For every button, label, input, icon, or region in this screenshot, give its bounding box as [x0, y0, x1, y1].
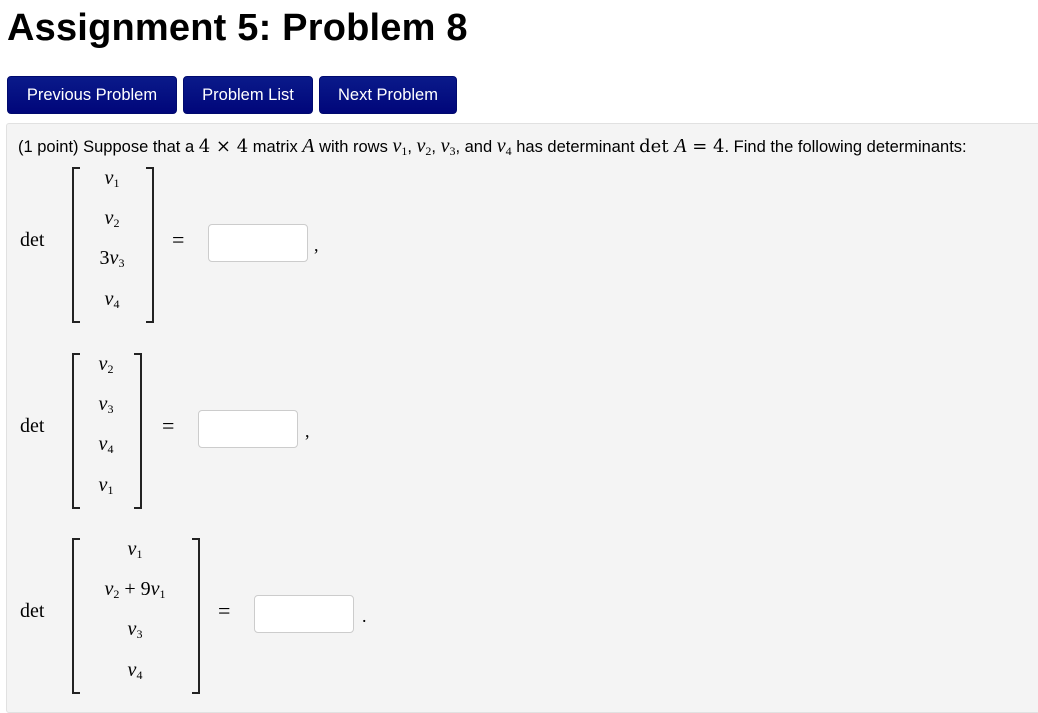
- right-bracket: [192, 538, 200, 694]
- answer-input-2[interactable]: [198, 410, 298, 448]
- problem-statement: (1 point) Suppose that a 4 × 4 matrix A …: [18, 135, 967, 158]
- prompt-text: with rows: [314, 138, 393, 156]
- matrix-entry: v3: [127, 618, 143, 641]
- equals-sign: =: [172, 227, 185, 252]
- matrix-entry: v2 + 9v1: [104, 578, 166, 601]
- points-label: (1 point): [18, 138, 79, 156]
- prompt-text: matrix: [248, 138, 303, 156]
- dim-a: 4: [198, 136, 211, 157]
- det-expression: det A = 4: [639, 135, 725, 157]
- matrix-name: A: [302, 135, 315, 157]
- previous-problem-button[interactable]: Previous Problem: [7, 76, 177, 114]
- matrix-entry: 3v3: [99, 247, 125, 270]
- punctuation: .: [362, 606, 367, 626]
- matrix-entry: v1: [98, 474, 114, 497]
- matrix-entry: v2: [98, 353, 114, 376]
- prompt-text: . Find the following determinants:: [724, 138, 967, 156]
- page-title: Assignment 5: Problem 8: [7, 7, 468, 49]
- matrix-entry: v4: [104, 288, 120, 311]
- matrix-entry: v4: [98, 433, 114, 456]
- prompt-text: has determinant: [511, 138, 640, 156]
- det-label: det: [20, 415, 45, 437]
- matrix-entry: v3: [98, 393, 114, 416]
- punctuation: ,: [314, 235, 319, 255]
- det-label: det: [20, 600, 45, 622]
- dim-b: 4: [236, 136, 249, 157]
- times-sign: ×: [215, 136, 231, 157]
- punctuation: ,: [305, 421, 310, 441]
- answer-input-1[interactable]: [208, 224, 308, 262]
- equals-sign: =: [162, 413, 175, 438]
- answer-input-3[interactable]: [254, 595, 354, 633]
- matrix-entry: v1: [104, 167, 120, 190]
- right-bracket: [146, 167, 154, 323]
- prompt-text: , and: [455, 138, 497, 156]
- row-v4: v4: [496, 135, 512, 158]
- row-v1: v1: [392, 135, 408, 158]
- det-label: det: [20, 229, 45, 251]
- row-v3: v3: [440, 135, 456, 158]
- matrix-dimension: 4 × 4: [199, 136, 248, 157]
- matrix-entry: v4: [127, 659, 143, 682]
- problem-navigation: Previous Problem Problem List Next Probl…: [7, 76, 457, 114]
- matrix-entry: v1: [127, 538, 143, 561]
- next-problem-button[interactable]: Next Problem: [319, 76, 457, 114]
- problem-list-button[interactable]: Problem List: [183, 76, 313, 114]
- right-bracket: [134, 353, 142, 509]
- equals-sign: =: [218, 598, 231, 623]
- matrix-entry: v2: [104, 207, 120, 230]
- prompt-text: Suppose that a: [78, 138, 199, 156]
- row-v2: v2: [416, 135, 432, 158]
